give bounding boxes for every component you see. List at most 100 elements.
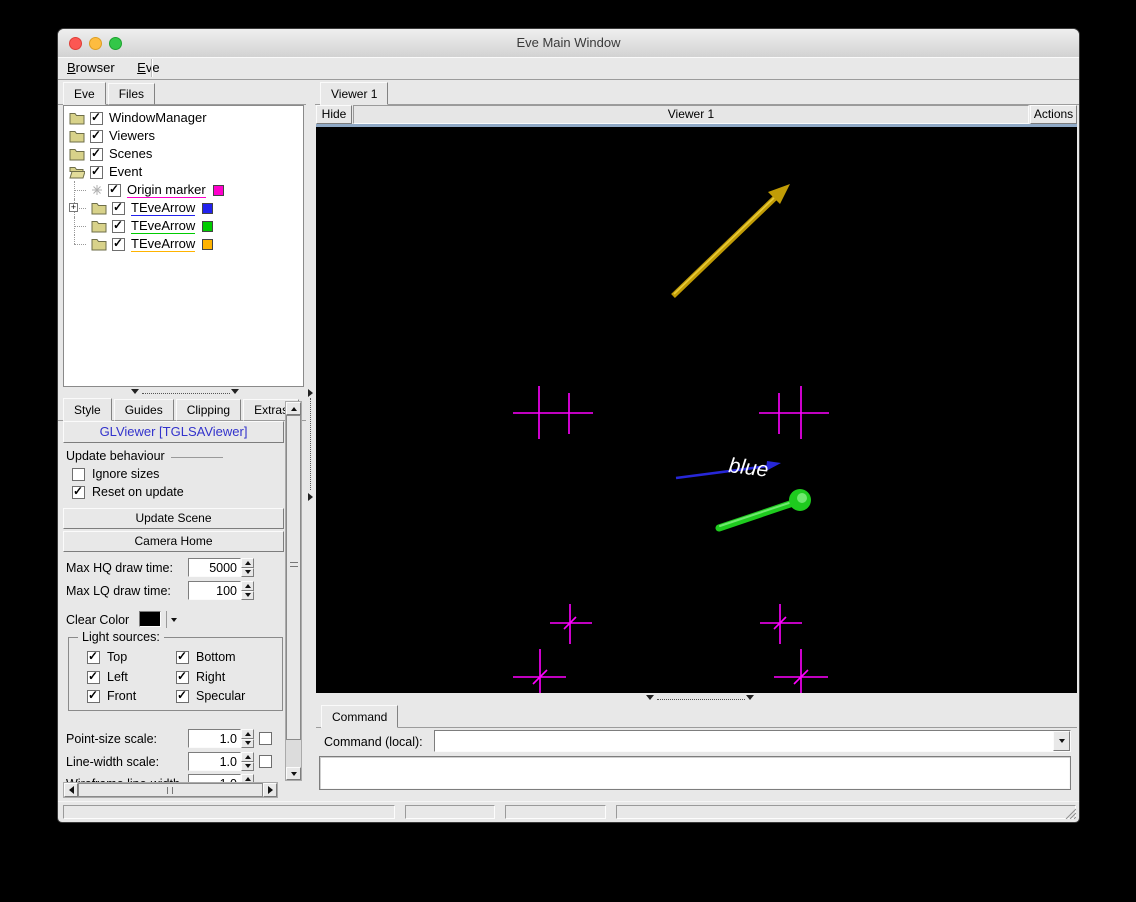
tree-checkbox[interactable] bbox=[112, 218, 125, 233]
spin-up-button[interactable] bbox=[241, 774, 254, 782]
tree-checkbox[interactable] bbox=[90, 128, 103, 143]
command-input[interactable] bbox=[435, 731, 1053, 751]
scrollbar-thumb[interactable] bbox=[78, 783, 263, 797]
line-width-spinbox[interactable] bbox=[188, 752, 254, 771]
color-swatch[interactable] bbox=[212, 184, 224, 196]
tree-checkbox[interactable] bbox=[112, 236, 125, 251]
zoom-window-button[interactable] bbox=[109, 37, 122, 50]
vertical-splitter[interactable] bbox=[306, 79, 315, 801]
spin-up-button[interactable] bbox=[241, 558, 254, 568]
command-splitter[interactable] bbox=[316, 693, 1077, 706]
checkbox[interactable] bbox=[87, 669, 100, 684]
style-vertical-scrollbar[interactable] bbox=[285, 401, 302, 781]
scroll-left-button[interactable] bbox=[64, 783, 78, 797]
tab-viewer-1[interactable]: Viewer 1 bbox=[320, 82, 389, 105]
point-size-spinbox[interactable] bbox=[188, 729, 254, 748]
ignore-sizes-checkbox[interactable]: Ignore sizes bbox=[72, 467, 159, 481]
glviewer-button[interactable]: GLViewer [TGLSAViewer] bbox=[63, 421, 284, 443]
light-specular-checkbox[interactable]: Specular bbox=[176, 688, 245, 703]
titlebar[interactable]: Eve Main Window bbox=[58, 29, 1079, 58]
wireframe-spinbox[interactable] bbox=[188, 774, 254, 782]
left-horizontal-splitter[interactable] bbox=[58, 387, 306, 397]
color-swatch[interactable] bbox=[202, 202, 214, 214]
checkbox[interactable] bbox=[87, 649, 100, 664]
close-window-button[interactable] bbox=[69, 37, 82, 50]
scroll-down-button[interactable] bbox=[286, 767, 301, 780]
menu-eve[interactable]: Eve bbox=[128, 57, 168, 76]
line-width-input[interactable] bbox=[188, 752, 241, 771]
checkbox[interactable] bbox=[72, 484, 85, 499]
tree-item-tevearrow-gold[interactable]: TEveArrow bbox=[64, 235, 303, 253]
resize-grip[interactable] bbox=[1064, 807, 1076, 819]
light-right-checkbox[interactable]: Right bbox=[176, 669, 225, 684]
light-front-checkbox[interactable]: Front bbox=[87, 688, 136, 703]
spin-up-button[interactable] bbox=[241, 729, 254, 739]
tree-item-origin-marker[interactable]: Origin marker bbox=[64, 181, 303, 199]
max-hq-input[interactable] bbox=[188, 558, 241, 577]
clear-color-swatch[interactable] bbox=[139, 611, 161, 627]
tab-clipping[interactable]: Clipping bbox=[175, 399, 242, 421]
actions-button[interactable]: Actions bbox=[1030, 105, 1077, 124]
tab-command[interactable]: Command bbox=[321, 705, 399, 728]
spin-down-button[interactable] bbox=[241, 761, 254, 771]
spin-down-button[interactable] bbox=[241, 590, 254, 600]
scrollbar-thumb[interactable] bbox=[286, 415, 301, 740]
wireframe-input[interactable] bbox=[188, 774, 241, 782]
tab-files[interactable]: Files bbox=[107, 83, 156, 105]
spin-down-button[interactable] bbox=[241, 738, 254, 748]
command-label: Command (local): bbox=[324, 735, 423, 749]
command-combobox[interactable] bbox=[434, 730, 1071, 752]
tree-item-tevearrow-blue[interactable]: TEveArrow bbox=[64, 199, 303, 217]
max-hq-spinbox[interactable] bbox=[188, 558, 254, 577]
minimize-window-button[interactable] bbox=[89, 37, 102, 50]
line-width-checkbox[interactable] bbox=[259, 755, 272, 768]
style-horizontal-scrollbar[interactable] bbox=[63, 782, 278, 798]
max-lq-input[interactable] bbox=[188, 581, 241, 600]
checkbox[interactable] bbox=[72, 467, 85, 481]
scroll-right-button[interactable] bbox=[263, 783, 277, 797]
light-top-checkbox[interactable]: Top bbox=[87, 649, 127, 664]
checkbox[interactable] bbox=[176, 649, 189, 664]
tree-item-windowmanager[interactable]: WindowManager bbox=[64, 109, 303, 127]
tree-item-tevearrow-green[interactable]: TEveArrow bbox=[64, 217, 303, 235]
reset-on-update-checkbox[interactable]: Reset on update bbox=[72, 484, 184, 499]
clear-color-dropdown[interactable] bbox=[166, 611, 181, 628]
tree-checkbox[interactable] bbox=[90, 164, 103, 179]
light-left-checkbox[interactable]: Left bbox=[87, 669, 128, 684]
origin-markers bbox=[513, 386, 829, 693]
tab-eve[interactable]: Eve bbox=[63, 82, 106, 105]
tree-label: Event bbox=[109, 164, 143, 179]
tree-checkbox[interactable] bbox=[108, 182, 121, 197]
tab-style[interactable]: Style bbox=[63, 398, 112, 421]
light-bottom-checkbox[interactable]: Bottom bbox=[176, 649, 236, 664]
scroll-up-button[interactable] bbox=[286, 402, 301, 415]
gl-viewport[interactable]: blue bbox=[316, 127, 1077, 693]
tree-item-scenes[interactable]: Scenes bbox=[64, 145, 303, 163]
tab-guides[interactable]: Guides bbox=[113, 399, 174, 421]
browser-panel: Eve Files WindowManager Viewers bbox=[58, 79, 306, 801]
menu-browser[interactable]: Browser bbox=[58, 57, 124, 76]
camera-home-button[interactable]: Camera Home bbox=[63, 531, 284, 552]
point-size-label: Point-size scale: bbox=[66, 732, 158, 746]
point-size-checkbox[interactable] bbox=[259, 732, 272, 745]
tree-checkbox[interactable] bbox=[112, 200, 125, 215]
checkbox[interactable] bbox=[176, 688, 189, 703]
folder-icon bbox=[91, 220, 107, 233]
color-swatch[interactable] bbox=[202, 238, 214, 250]
checkbox[interactable] bbox=[87, 688, 100, 703]
tree-checkbox[interactable] bbox=[90, 146, 103, 161]
spin-up-button[interactable] bbox=[241, 581, 254, 591]
combo-dropdown-button[interactable] bbox=[1053, 731, 1070, 751]
expand-icon[interactable] bbox=[69, 202, 78, 213]
color-swatch[interactable] bbox=[202, 220, 214, 232]
hide-button[interactable]: Hide bbox=[316, 105, 352, 124]
tree-item-viewers[interactable]: Viewers bbox=[64, 127, 303, 145]
point-size-input[interactable] bbox=[188, 729, 241, 748]
spin-down-button[interactable] bbox=[241, 567, 254, 577]
spin-up-button[interactable] bbox=[241, 752, 254, 762]
update-scene-button[interactable]: Update Scene bbox=[63, 508, 284, 529]
max-lq-spinbox[interactable] bbox=[188, 581, 254, 600]
tree-checkbox[interactable] bbox=[90, 110, 103, 125]
tree-item-event[interactable]: Event bbox=[64, 163, 303, 181]
checkbox[interactable] bbox=[176, 669, 189, 684]
